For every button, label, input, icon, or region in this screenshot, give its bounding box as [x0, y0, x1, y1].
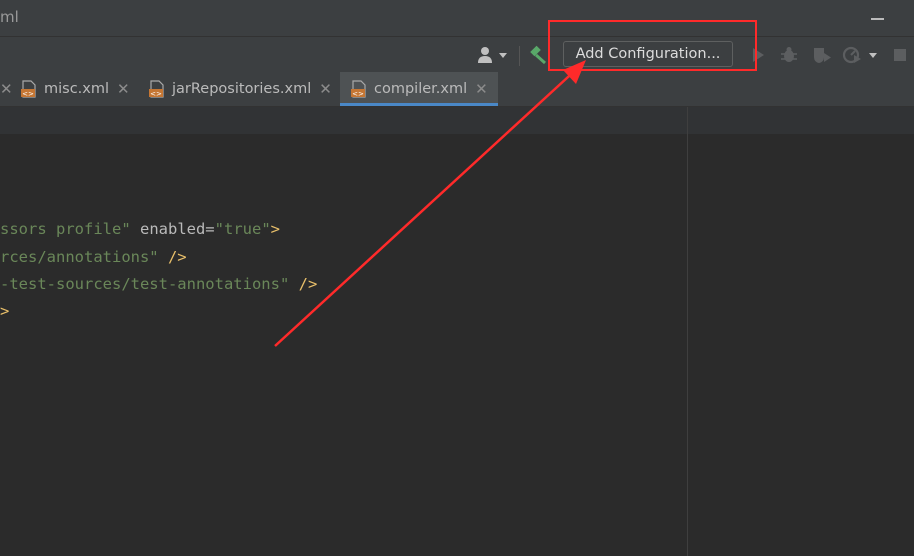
- tab-misc-xml[interactable]: <> misc.xml ✕: [20, 72, 130, 106]
- breadcrumb-bar: [0, 107, 914, 134]
- close-icon[interactable]: ✕: [0, 80, 13, 98]
- tab-compiler-xml[interactable]: <> compiler.xml ✕: [340, 72, 498, 106]
- editor-tab-bar: ✕ <> misc.xml ✕ <> jarRepositories.xml ✕: [0, 72, 914, 107]
- add-configuration-button[interactable]: Add Configuration...: [563, 41, 733, 67]
- tab-close-partial[interactable]: ✕: [0, 72, 14, 106]
- xml-string: ssors profile": [0, 220, 131, 238]
- xml-attribute: enabled=: [130, 220, 215, 238]
- code-line-4: >: [0, 302, 9, 320]
- xml-string: rces/annotations": [0, 248, 159, 266]
- debug-icon[interactable]: [778, 37, 800, 73]
- right-margin-guide: [687, 107, 688, 556]
- svg-text:<>: <>: [22, 90, 34, 98]
- title-bar: ml: [0, 0, 914, 36]
- xml-tag-bracket: />: [289, 275, 318, 293]
- user-profile-icon[interactable]: [474, 37, 510, 73]
- xml-string: -test-sources/test-annotations": [0, 275, 290, 293]
- xml-file-icon: <>: [350, 80, 368, 98]
- code-line-1: ssors profile" enabled="true">: [0, 220, 280, 238]
- xml-tag-bracket: >: [270, 220, 280, 238]
- xml-string: "true": [214, 220, 271, 238]
- toolbar-separator: [519, 46, 520, 66]
- build-hammer-icon[interactable]: [526, 37, 550, 73]
- svg-text:<>: <>: [150, 90, 162, 98]
- tab-label: jarRepositories.xml: [172, 81, 312, 97]
- minimize-icon[interactable]: [871, 10, 885, 24]
- xml-tag-bracket: >: [0, 302, 10, 320]
- main-toolbar: Add Configuration...: [0, 36, 914, 73]
- code-line-2: rces/annotations" />: [0, 248, 187, 266]
- tab-jarrepositories-xml[interactable]: <> jarRepositories.xml ✕: [148, 72, 332, 106]
- run-with-coverage-icon[interactable]: [811, 37, 833, 73]
- tab-label: misc.xml: [44, 81, 110, 97]
- run-icon[interactable]: [748, 37, 768, 73]
- close-icon[interactable]: ✕: [475, 80, 488, 98]
- code-editor[interactable]: [0, 134, 914, 556]
- profiler-icon[interactable]: [840, 37, 880, 73]
- code-line-3: -test-sources/test-annotations" />: [0, 275, 317, 293]
- window-title: ml: [0, 8, 19, 26]
- close-icon[interactable]: ✕: [319, 80, 332, 98]
- stop-icon[interactable]: [890, 37, 910, 73]
- xml-file-icon: <>: [148, 80, 166, 98]
- xml-tag-bracket: />: [158, 248, 187, 266]
- svg-text:<>: <>: [352, 90, 364, 98]
- close-icon[interactable]: ✕: [117, 80, 130, 98]
- xml-file-icon: <>: [20, 80, 38, 98]
- tab-label: compiler.xml: [374, 81, 468, 97]
